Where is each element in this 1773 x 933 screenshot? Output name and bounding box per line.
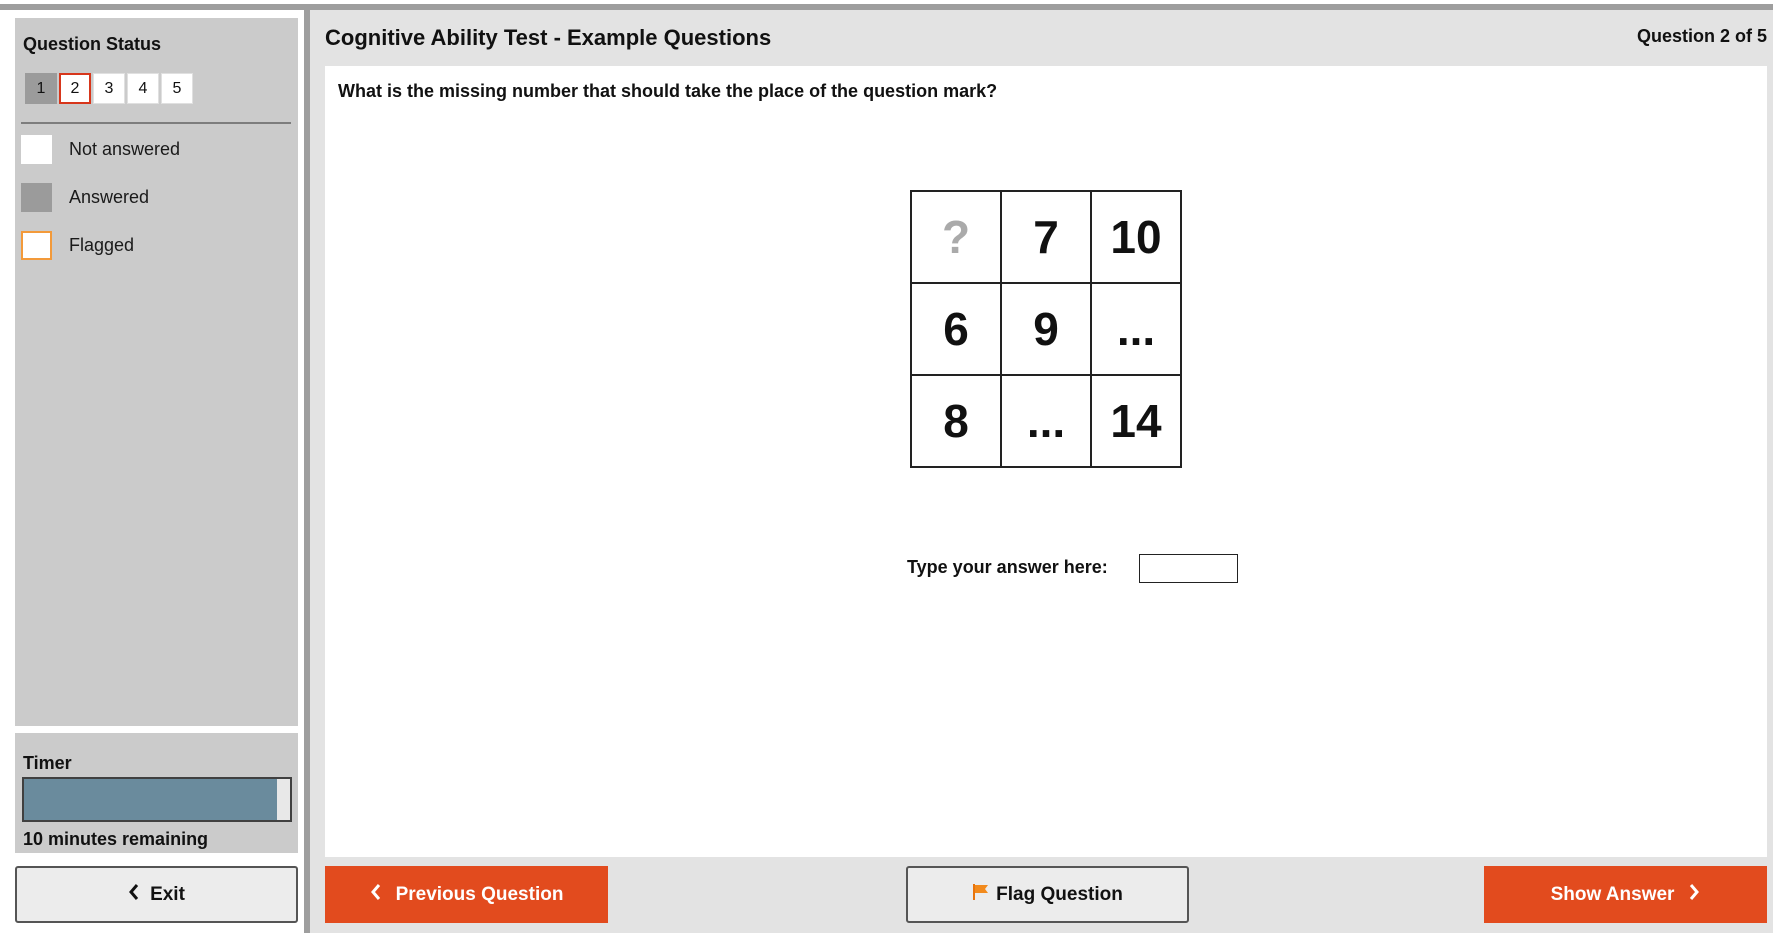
question-number-5[interactable]: 5: [161, 73, 193, 104]
question-number-3[interactable]: 3: [93, 73, 125, 104]
sidebar: Question Status 1 2 3 4 5 Not answered A…: [0, 10, 308, 933]
exit-button[interactable]: Exit: [15, 866, 298, 923]
legend-flagged: Flagged: [21, 231, 134, 260]
grid-cell: 7: [1000, 190, 1092, 284]
previous-question-button[interactable]: Previous Question: [325, 866, 608, 923]
exit-button-label: Exit: [150, 883, 185, 905]
chevron-right-icon: [1688, 884, 1700, 905]
grid-cell: ...: [1090, 282, 1182, 376]
grid-cell: 8: [910, 374, 1002, 468]
test-window: Question Status 1 2 3 4 5 Not answered A…: [0, 0, 1773, 933]
grid-cell: 14: [1090, 374, 1182, 468]
legend-not-answered: Not answered: [21, 135, 180, 164]
question-status-title: Question Status: [23, 34, 162, 54]
timer-title: Timer: [23, 753, 72, 773]
question-number-4[interactable]: 4: [127, 73, 159, 104]
question-counter: Question 2 of 5: [1636, 26, 1767, 46]
timer-remaining-text: 10 minutes remaining: [23, 829, 209, 849]
chevron-left-icon: [128, 884, 140, 905]
flag-question-label: Flag Question: [996, 883, 1123, 905]
header: Cognitive Ability Test - Example Questio…: [310, 10, 1773, 66]
question-number-2[interactable]: 2: [59, 73, 91, 104]
timer-panel: Timer 10 minutes remaining: [15, 733, 298, 853]
number-grid: ? 7 10 6 9 ... 8 ... 14: [910, 190, 1182, 468]
legend-label-answered: Answered: [69, 187, 150, 207]
timer-progress-fill: [24, 779, 277, 820]
flag-icon: [972, 883, 990, 907]
legend-answered: Answered: [21, 183, 149, 212]
question-number-1[interactable]: 1: [25, 73, 57, 104]
grid-cell: 6: [910, 282, 1002, 376]
legend-label-not-answered: Not answered: [69, 139, 181, 159]
grid-cell: ?: [910, 190, 1002, 284]
answer-input[interactable]: [1139, 554, 1238, 583]
show-answer-label: Show Answer: [1550, 883, 1675, 905]
main-panel: Cognitive Ability Test - Example Questio…: [310, 10, 1773, 933]
grid-cell: 9: [1000, 282, 1092, 376]
grid-cell: 10: [1090, 190, 1182, 284]
answer-label: Type your answer here:: [907, 557, 1108, 577]
flagged-swatch: [21, 231, 52, 260]
not-answered-swatch: [21, 135, 52, 164]
show-answer-button[interactable]: Show Answer: [1484, 866, 1767, 923]
timer-progress-bar: [22, 777, 292, 822]
answered-swatch: [21, 183, 52, 212]
question-status-panel: Question Status 1 2 3 4 5 Not answered A…: [15, 18, 298, 726]
grid-cell: ...: [1000, 374, 1092, 468]
question-content: What is the missing number that should t…: [325, 66, 1767, 857]
legend-label-flagged: Flagged: [69, 235, 135, 255]
page-title: Cognitive Ability Test - Example Questio…: [325, 25, 772, 50]
status-divider: [21, 122, 291, 124]
chevron-left-icon: [370, 884, 382, 905]
previous-question-label: Previous Question: [395, 883, 564, 905]
question-text: What is the missing number that should t…: [338, 81, 998, 101]
flag-question-button[interactable]: Flag Question: [906, 866, 1189, 923]
question-number-list: 1 2 3 4 5: [25, 73, 193, 104]
